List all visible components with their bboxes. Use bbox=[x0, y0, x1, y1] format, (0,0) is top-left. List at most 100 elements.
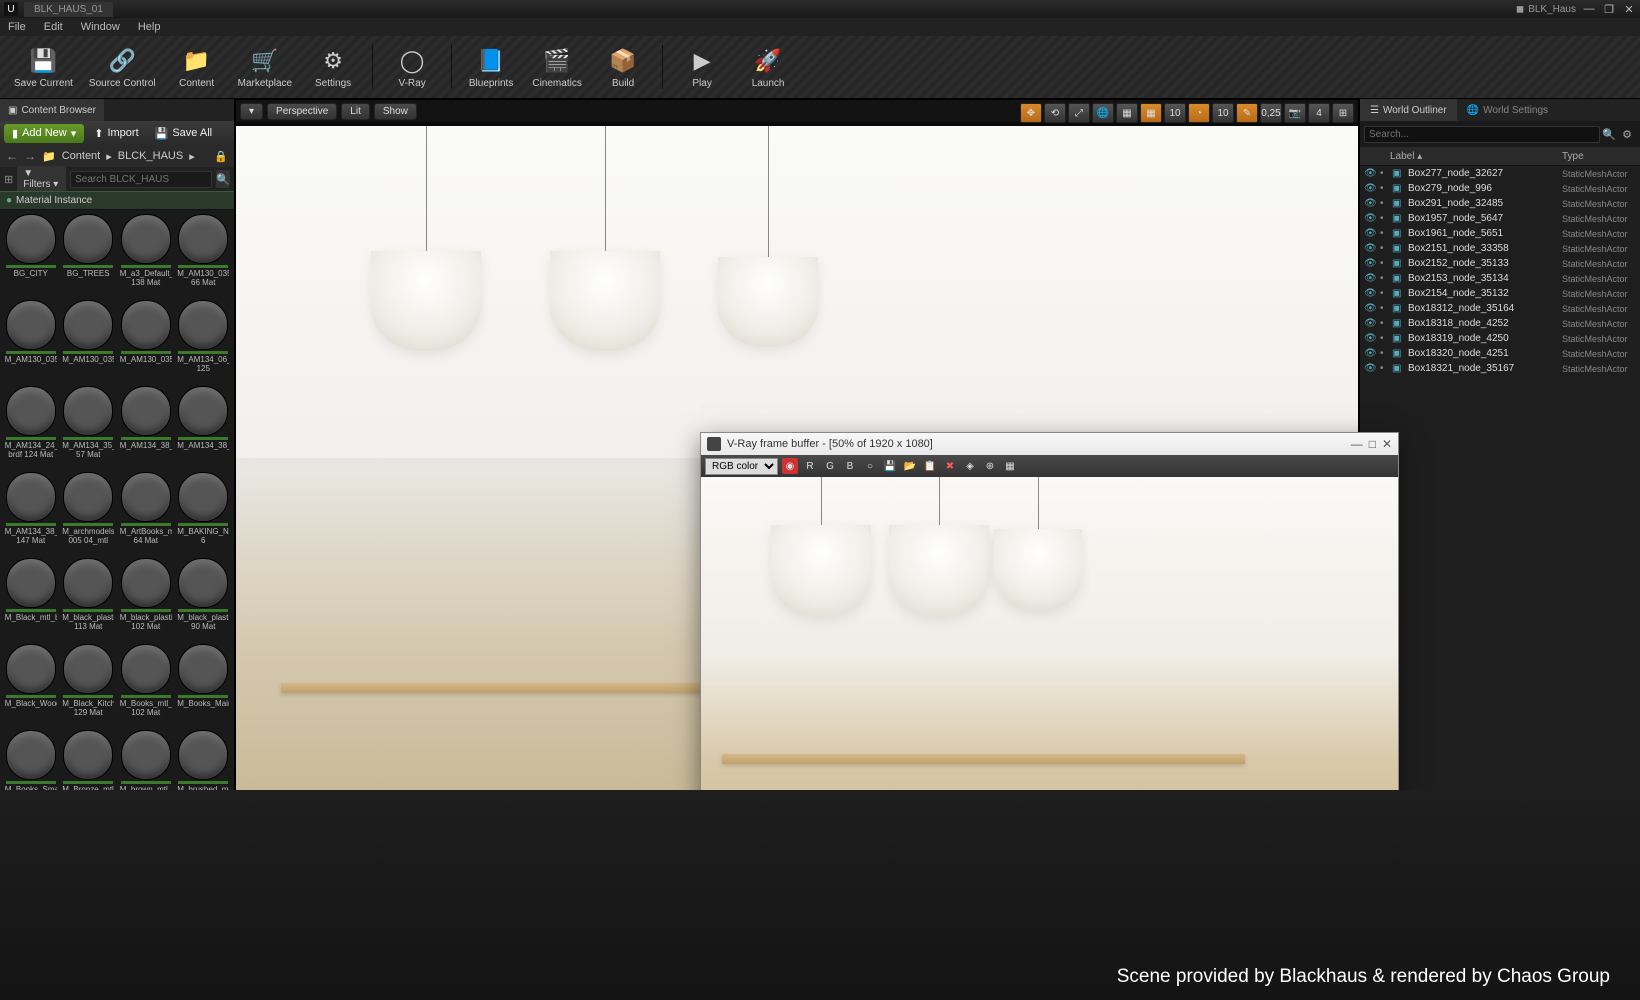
visibility-icon[interactable]: 👁 bbox=[1364, 168, 1376, 179]
angle-snap-icon[interactable]: ◔ bbox=[1188, 103, 1210, 123]
settings-icon[interactable]: ⚙ bbox=[1618, 125, 1636, 143]
visibility-icon[interactable]: 👁 bbox=[1364, 258, 1376, 269]
transform-rotate-icon[interactable]: ⟲ bbox=[1044, 103, 1066, 123]
outliner-row[interactable]: 👁•▣Box1961_node_5651StaticMeshActor bbox=[1360, 226, 1640, 241]
asset-thumbnail[interactable]: BG_TREES bbox=[62, 214, 116, 296]
menu-file[interactable]: File bbox=[8, 21, 26, 33]
visibility-icon[interactable]: 👁 bbox=[1364, 243, 1376, 254]
nav-fwd-icon[interactable]: → bbox=[24, 149, 36, 163]
outliner-row[interactable]: 👁•▣Box2154_node_35132StaticMeshActor bbox=[1360, 286, 1640, 301]
vfb-channel-g[interactable]: G bbox=[822, 458, 838, 474]
visibility-icon[interactable]: 👁 bbox=[1364, 333, 1376, 344]
viewport-menu-icon[interactable]: ▾ bbox=[240, 103, 263, 120]
vfb-mono-icon[interactable]: ○ bbox=[862, 458, 878, 474]
asset-thumbnail[interactable]: M_AM130_035_005_mtl bbox=[62, 300, 116, 382]
asset-thumbnail[interactable]: M_AM130_035_007_mtl bbox=[119, 300, 173, 382]
folder-icon[interactable]: 📁 bbox=[42, 150, 56, 163]
camera-speed-icon[interactable]: 📷 bbox=[1284, 103, 1306, 123]
vfb-swatch-icon[interactable]: ◉ bbox=[782, 458, 798, 474]
asset-thumbnail[interactable]: M_black_plastic_mtl_brdf 90 Mat bbox=[177, 558, 231, 640]
outliner-row[interactable]: 👁•▣Box18319_node_4250StaticMeshActor bbox=[1360, 331, 1640, 346]
outliner-row[interactable]: 👁•▣Box1957_node_5647StaticMeshActor bbox=[1360, 211, 1640, 226]
coord-space-icon[interactable]: 🌐 bbox=[1092, 103, 1114, 123]
perspective-button[interactable]: Perspective bbox=[267, 103, 337, 120]
asset-thumbnail[interactable]: M_AM134_38_20_Defaultfps bbox=[119, 386, 173, 468]
asset-thumbnail[interactable]: M_AM134_38_sticker_mtl_brdf 147 Mat bbox=[4, 472, 58, 554]
visibility-icon[interactable]: 👁 bbox=[1364, 363, 1376, 374]
vfb-close-button[interactable]: ✕ bbox=[1382, 437, 1392, 451]
vfb-minimize-button[interactable]: — bbox=[1351, 437, 1363, 451]
vfb-track-icon[interactable]: ⊕ bbox=[982, 458, 998, 474]
asset-thumbnail[interactable]: M_AM130_035_001_mtl_brdf 66 Mat bbox=[177, 214, 231, 296]
outliner-row[interactable]: 👁•▣Box18318_node_4252StaticMeshActor bbox=[1360, 316, 1640, 331]
asset-thumbnail[interactable]: M_black_plastic_mtl_brdf 113 Mat bbox=[62, 558, 116, 640]
filters-button[interactable]: ▼ Filters ▾ bbox=[17, 166, 66, 192]
outliner-row[interactable]: 👁•▣Box279_node_996StaticMeshActor bbox=[1360, 181, 1640, 196]
visibility-icon[interactable]: 👁 bbox=[1364, 303, 1376, 314]
vfb-titlebar[interactable]: V-Ray frame buffer - [50% of 1920 x 1080… bbox=[701, 433, 1398, 455]
column-label[interactable]: Label ▴ bbox=[1360, 151, 1562, 162]
grid-snap-value[interactable]: 10 bbox=[1164, 103, 1186, 123]
search-icon[interactable]: 🔍 bbox=[216, 170, 230, 188]
level-tab[interactable]: BLK_HAUS_01 bbox=[24, 2, 113, 17]
asset-group-header[interactable]: ● Material Instance bbox=[0, 191, 234, 210]
asset-thumbnail[interactable]: M_ArtBooks_mtl_mtl_brdf 64 Mat bbox=[119, 472, 173, 554]
vfb-channel-r[interactable]: R bbox=[802, 458, 818, 474]
outliner-row[interactable]: 👁•▣Box2153_node_35134StaticMeshActor bbox=[1360, 271, 1640, 286]
vfb-maximize-button[interactable]: □ bbox=[1369, 437, 1376, 451]
vfb-region-icon[interactable]: ◈ bbox=[962, 458, 978, 474]
asset-thumbnail[interactable]: M_Bronze_mtl_brdf_40_Mat bbox=[62, 730, 116, 798]
vfb-clear-icon[interactable]: ✖ bbox=[942, 458, 958, 474]
tab-world-settings[interactable]: 🌐 World Settings bbox=[1457, 99, 1558, 121]
toolbar-blueprints[interactable]: 📘Blueprints bbox=[460, 44, 522, 91]
asset-thumbnail[interactable]: M_archmodels52 005 04_mtl bbox=[62, 472, 116, 554]
outliner-row[interactable]: 👁•▣Box18312_node_35164StaticMeshActor bbox=[1360, 301, 1640, 316]
toolbar-play[interactable]: ▶Play bbox=[671, 44, 733, 91]
outliner-row[interactable]: 👁•▣Box2151_node_33358StaticMeshActor bbox=[1360, 241, 1640, 256]
vfb-save-icon[interactable]: 💾 bbox=[882, 458, 898, 474]
content-browser-tab[interactable]: ▣ Content Browser bbox=[0, 99, 104, 121]
toolbar-save-current[interactable]: 💾Save Current bbox=[8, 44, 79, 91]
toolbar-cinematics[interactable]: 🎬Cinematics bbox=[526, 44, 588, 91]
visibility-icon[interactable]: 👁 bbox=[1364, 213, 1376, 224]
outliner-row[interactable]: 👁•▣Box18320_node_4251StaticMeshActor bbox=[1360, 346, 1640, 361]
minimize-button[interactable]: — bbox=[1582, 2, 1596, 16]
grid-snap-icon[interactable]: ▦ bbox=[1140, 103, 1162, 123]
toolbar-source-control[interactable]: 🔗Source Control bbox=[83, 44, 162, 91]
toolbar-content[interactable]: 📁Content bbox=[166, 44, 228, 91]
asset-thumbnail[interactable]: M_BAKING_Normals_mtl_brdf 6 bbox=[177, 472, 231, 554]
lock-icon[interactable]: 🔒 bbox=[214, 150, 228, 163]
transform-scale-icon[interactable]: ⤢ bbox=[1068, 103, 1090, 123]
breadcrumb-folder[interactable]: BLCK_HAUS bbox=[118, 150, 183, 162]
visibility-icon[interactable]: 👁 bbox=[1364, 273, 1376, 284]
asset-thumbnail[interactable]: M_black_plastic_mtl_brdf 102 Mat bbox=[119, 558, 173, 640]
outliner-row[interactable]: 👁•▣Box2152_node_35133StaticMeshActor bbox=[1360, 256, 1640, 271]
search-input[interactable] bbox=[70, 171, 212, 188]
add-new-button[interactable]: ▮ Add New ▾ bbox=[4, 124, 84, 143]
lit-button[interactable]: Lit bbox=[341, 103, 370, 120]
sources-toggle-icon[interactable]: ⊞ bbox=[4, 173, 13, 186]
vfb-copy-icon[interactable]: 📋 bbox=[922, 458, 938, 474]
outliner-row[interactable]: 👁•▣Box291_node_32485StaticMeshActor bbox=[1360, 196, 1640, 211]
breadcrumb-content[interactable]: Content bbox=[62, 150, 101, 162]
toolbar-launch[interactable]: 🚀Launch bbox=[737, 44, 799, 91]
scale-snap-icon[interactable]: ✎ bbox=[1236, 103, 1258, 123]
save-all-button[interactable]: 💾 Save All bbox=[149, 124, 218, 143]
outliner-row[interactable]: 👁•▣Box18321_node_35167StaticMeshActor bbox=[1360, 361, 1640, 376]
show-button[interactable]: Show bbox=[374, 103, 417, 120]
menu-edit[interactable]: Edit bbox=[44, 21, 63, 33]
asset-thumbnail[interactable]: M_Black_Kitchen_mtl_brdf 129 Mat bbox=[62, 644, 116, 726]
search-icon[interactable]: 🔍 bbox=[1600, 125, 1618, 143]
vfb-channel-select[interactable]: RGB color bbox=[705, 458, 778, 475]
transform-move-icon[interactable]: ✥ bbox=[1020, 103, 1042, 123]
vfb-link-icon[interactable]: ▦ bbox=[1002, 458, 1018, 474]
scale-snap-value[interactable]: 0,25 bbox=[1260, 103, 1282, 123]
close-button[interactable]: ✕ bbox=[1622, 2, 1636, 16]
toolbar-marketplace[interactable]: 🛒Marketplace bbox=[232, 44, 298, 91]
maximize-button[interactable]: ❐ bbox=[1602, 2, 1616, 16]
vfb-channel-b[interactable]: B bbox=[842, 458, 858, 474]
asset-thumbnail[interactable]: M_a3_Default_mtl_brdf 138 Mat bbox=[119, 214, 173, 296]
surface-snap-icon[interactable]: ▦ bbox=[1116, 103, 1138, 123]
outliner-search-input[interactable] bbox=[1364, 126, 1600, 143]
visibility-icon[interactable]: 👁 bbox=[1364, 198, 1376, 209]
